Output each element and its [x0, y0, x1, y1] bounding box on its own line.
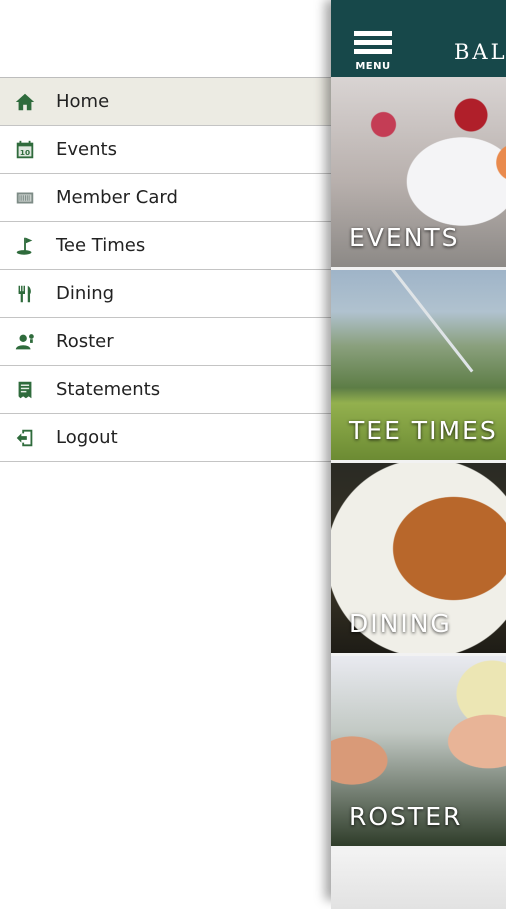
app-header: MENU BALS [331, 0, 506, 77]
menu-item-label: Member Card [56, 187, 178, 208]
hamburger-bar [354, 49, 392, 54]
menu-button-label: MENU [355, 61, 391, 72]
menu-item-home[interactable]: Home [0, 78, 331, 126]
menu-button[interactable]: MENU [353, 31, 395, 73]
menu-item-events[interactable]: 10 Events [0, 126, 331, 174]
golf-flag-icon [0, 235, 56, 257]
menu-item-label: Roster [56, 331, 114, 352]
tile-events[interactable]: EVENTS [331, 77, 506, 267]
dining-icon [0, 283, 56, 305]
tile-label: TEE TIMES [349, 416, 498, 445]
home-icon [0, 91, 56, 113]
svg-text:10: 10 [20, 148, 30, 157]
menu-item-tee-times[interactable]: Tee Times [0, 222, 331, 270]
tile-roster[interactable]: ROSTER [331, 656, 506, 846]
menu-item-label: Home [56, 91, 110, 112]
hamburger-bar [354, 31, 392, 36]
tile-label: DINING [349, 609, 452, 638]
menu-item-dining[interactable]: Dining [0, 270, 331, 318]
tile-tee-times[interactable]: TEE TIMES [331, 270, 506, 460]
drawer-header [0, 0, 331, 77]
tile-partial[interactable] [331, 849, 506, 909]
hamburger-bar [354, 40, 392, 45]
tile-label: ROSTER [349, 802, 463, 831]
tile-label: EVENTS [349, 223, 460, 252]
menu-item-label: Dining [56, 283, 115, 304]
menu-item-member-card[interactable]: Member Card [0, 174, 331, 222]
statement-icon [0, 379, 56, 401]
menu-item-logout[interactable]: Logout [0, 414, 331, 462]
drawer-menu: Home 10 Events Member Card Tee Times Din… [0, 77, 331, 462]
menu-item-label: Events [56, 139, 117, 160]
brand-title: BALS [454, 40, 506, 64]
menu-item-label: Statements [56, 379, 161, 400]
logout-icon [0, 427, 56, 449]
calendar-icon: 10 [0, 139, 56, 161]
menu-item-label: Logout [56, 427, 118, 448]
menu-item-label: Tee Times [56, 235, 146, 256]
card-icon [0, 187, 56, 209]
menu-item-roster[interactable]: Roster [0, 318, 331, 366]
main-panel: MENU BALS EVENTS TEE TIMES DINING ROSTER [331, 0, 506, 909]
golf-club-graphic [391, 270, 474, 373]
person-icon [0, 331, 56, 353]
tile-dining[interactable]: DINING [331, 463, 506, 653]
navigation-drawer: Home 10 Events Member Card Tee Times Din… [0, 0, 331, 900]
menu-item-statements[interactable]: Statements [0, 366, 331, 414]
